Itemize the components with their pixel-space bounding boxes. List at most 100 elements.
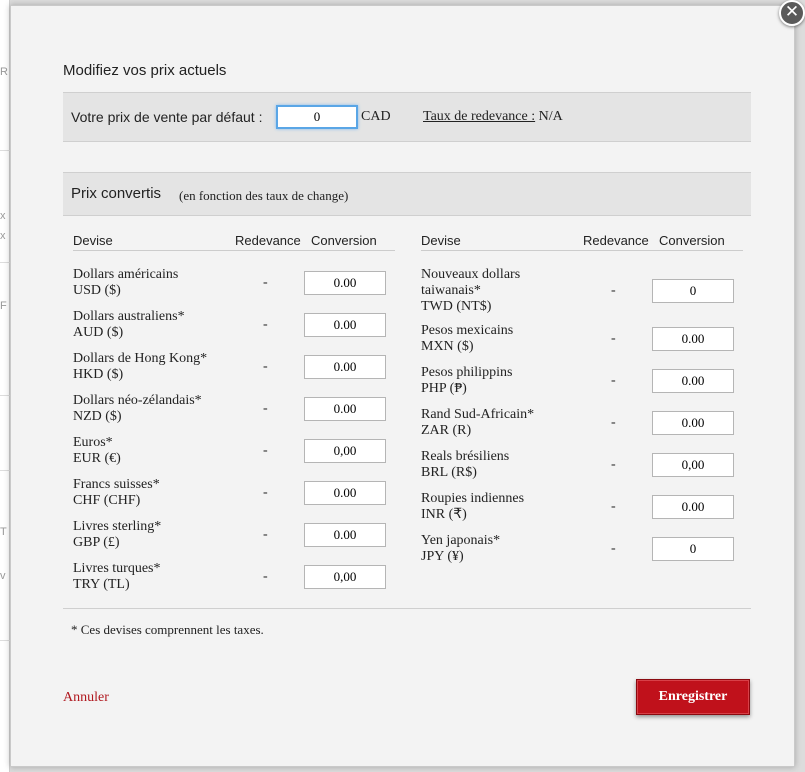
save-button[interactable]: Enregistrer	[636, 679, 750, 715]
currency-code: INR (₹)	[421, 507, 467, 522]
currency-code: TWD (NT$)	[421, 299, 492, 314]
currency-name: Reals brésiliens BRL (R$)	[421, 449, 581, 481]
currency-name: Dollars australiens* AUD ($)	[73, 309, 233, 341]
currency-label: Dollars de Hong Kong*	[73, 351, 208, 366]
royalty-value: -	[611, 457, 616, 472]
currency-label: Rand Sud-Africain*	[421, 407, 535, 422]
background-fragment: F	[0, 300, 7, 312]
conversion-input[interactable]	[304, 439, 386, 463]
background-fragment: x	[0, 230, 6, 242]
currency-label: Pesos philippins	[421, 365, 513, 380]
currency-name: Dollars de Hong Kong* HKD ($)	[73, 351, 233, 383]
cancel-link[interactable]: Annuler	[63, 690, 109, 706]
default-price-bar: Votre prix de vente par défaut : CAD Tau…	[63, 92, 751, 142]
currency-column-left: Devise Redevance Conversion Dollars amér…	[73, 233, 395, 592]
currency-name: Euros* EUR (€)	[73, 435, 233, 467]
royalty-value: -	[263, 401, 268, 416]
currency-code: TRY (TL)	[73, 577, 130, 592]
currency-label: Roupies indiennes	[421, 491, 525, 506]
tax-footnote: * Ces devises comprennent les taxes.	[71, 622, 264, 637]
background-fragment: T	[0, 526, 7, 538]
currency-code: EUR (€)	[73, 451, 121, 466]
conversion-input[interactable]	[304, 565, 386, 589]
currency-code: GBP (£)	[73, 535, 120, 550]
conversion-input[interactable]	[304, 397, 386, 421]
currency-name: Yen japonais* JPY (¥)	[421, 533, 581, 565]
conversion-input[interactable]	[304, 271, 386, 295]
currency-name: Rand Sud-Africain* ZAR (R)	[421, 407, 581, 439]
converted-prices-subtitle: (en fonction des taux de change)	[179, 188, 349, 203]
conversion-input[interactable]	[304, 355, 386, 379]
column-header: Devise Redevance Conversion	[421, 233, 743, 251]
royalty-value: -	[263, 527, 268, 542]
currency-code: HKD ($)	[73, 367, 124, 382]
conversion-input[interactable]	[652, 453, 734, 477]
royalty-value: -	[263, 569, 268, 584]
column-header-conversion: Conversion	[311, 233, 377, 248]
royalty-value: -	[263, 485, 268, 500]
background-fragment: x	[0, 210, 6, 222]
conversion-input[interactable]	[652, 495, 734, 519]
conversion-input[interactable]	[652, 369, 734, 393]
conversion-input[interactable]	[652, 279, 734, 303]
conversion-input[interactable]	[652, 327, 734, 351]
background-page: R x x F T v	[0, 0, 10, 772]
royalty-value: -	[611, 373, 616, 388]
background-divider	[0, 395, 10, 396]
currency-label: Dollars australiens*	[73, 309, 185, 324]
currency-code: AUD ($)	[73, 325, 124, 340]
currency-code: USD ($)	[73, 283, 121, 298]
currency-label: Dollars américains	[73, 267, 179, 282]
currency-name: Pesos philippins PHP (₱)	[421, 365, 581, 397]
currency-code: ZAR (R)	[421, 423, 472, 438]
currency-name: Roupies indiennes INR (₹)	[421, 491, 581, 523]
royalty-rate: Taux de redevance : N/A	[423, 109, 563, 125]
converted-prices-header: Prix convertis (en fonction des taux de …	[63, 172, 751, 216]
royalty-value: -	[611, 415, 616, 430]
converted-prices-title: Prix convertis	[71, 185, 162, 202]
conversion-input[interactable]	[304, 523, 386, 547]
currency-name: Dollars américains USD ($)	[73, 267, 233, 299]
currency-code: MXN ($)	[421, 339, 474, 354]
currency-name: Livres turques* TRY (TL)	[73, 561, 233, 593]
royalty-rate-value: N/A	[538, 109, 563, 124]
default-price-input[interactable]	[276, 105, 358, 129]
currency-label: Francs suisses*	[73, 477, 160, 492]
column-header-redevance: Redevance	[235, 233, 301, 248]
royalty-value: -	[611, 283, 616, 298]
currency-label: Nouveaux dollars taiwanais*	[421, 267, 521, 298]
conversion-input[interactable]	[652, 537, 734, 561]
background-divider	[0, 262, 10, 263]
background-fragment: v	[0, 570, 6, 582]
column-header: Devise Redevance Conversion	[73, 233, 395, 251]
edit-price-modal: Modifiez vos prix actuels Votre prix de …	[10, 5, 795, 767]
currency-column-right: Devise Redevance Conversion Nouveaux dol…	[421, 233, 743, 564]
column-header-devise: Devise	[421, 233, 461, 248]
currency-label: Pesos mexicains	[421, 323, 514, 338]
currency-code: JPY (¥)	[421, 549, 464, 564]
currency-name: Nouveaux dollars taiwanais* TWD (NT$)	[421, 267, 539, 315]
column-header-conversion: Conversion	[659, 233, 725, 248]
currency-code: BRL (R$)	[421, 465, 477, 480]
royalty-rate-link[interactable]: Taux de redevance :	[423, 109, 535, 124]
royalty-value: -	[611, 331, 616, 346]
royalty-value: -	[611, 499, 616, 514]
conversion-input[interactable]	[652, 411, 734, 435]
column-header-redevance: Redevance	[583, 233, 649, 248]
currency-label: Livres sterling*	[73, 519, 162, 534]
footer-divider	[63, 608, 751, 609]
currency-name: Dollars néo-zélandais* NZD ($)	[73, 393, 233, 425]
conversion-input[interactable]	[304, 481, 386, 505]
currency-code: NZD ($)	[73, 409, 122, 424]
royalty-value: -	[611, 541, 616, 556]
default-price-currency: CAD	[361, 109, 391, 124]
currency-code: PHP (₱)	[421, 381, 467, 396]
background-fragment: R	[0, 66, 8, 78]
close-icon[interactable]: ✕	[779, 0, 805, 26]
currency-name: Livres sterling* GBP (£)	[73, 519, 233, 551]
background-divider	[0, 470, 10, 471]
currency-label: Livres turques*	[73, 561, 161, 576]
conversion-input[interactable]	[304, 313, 386, 337]
currency-code: CHF (CHF)	[73, 493, 141, 508]
currency-label: Yen japonais*	[421, 533, 501, 548]
